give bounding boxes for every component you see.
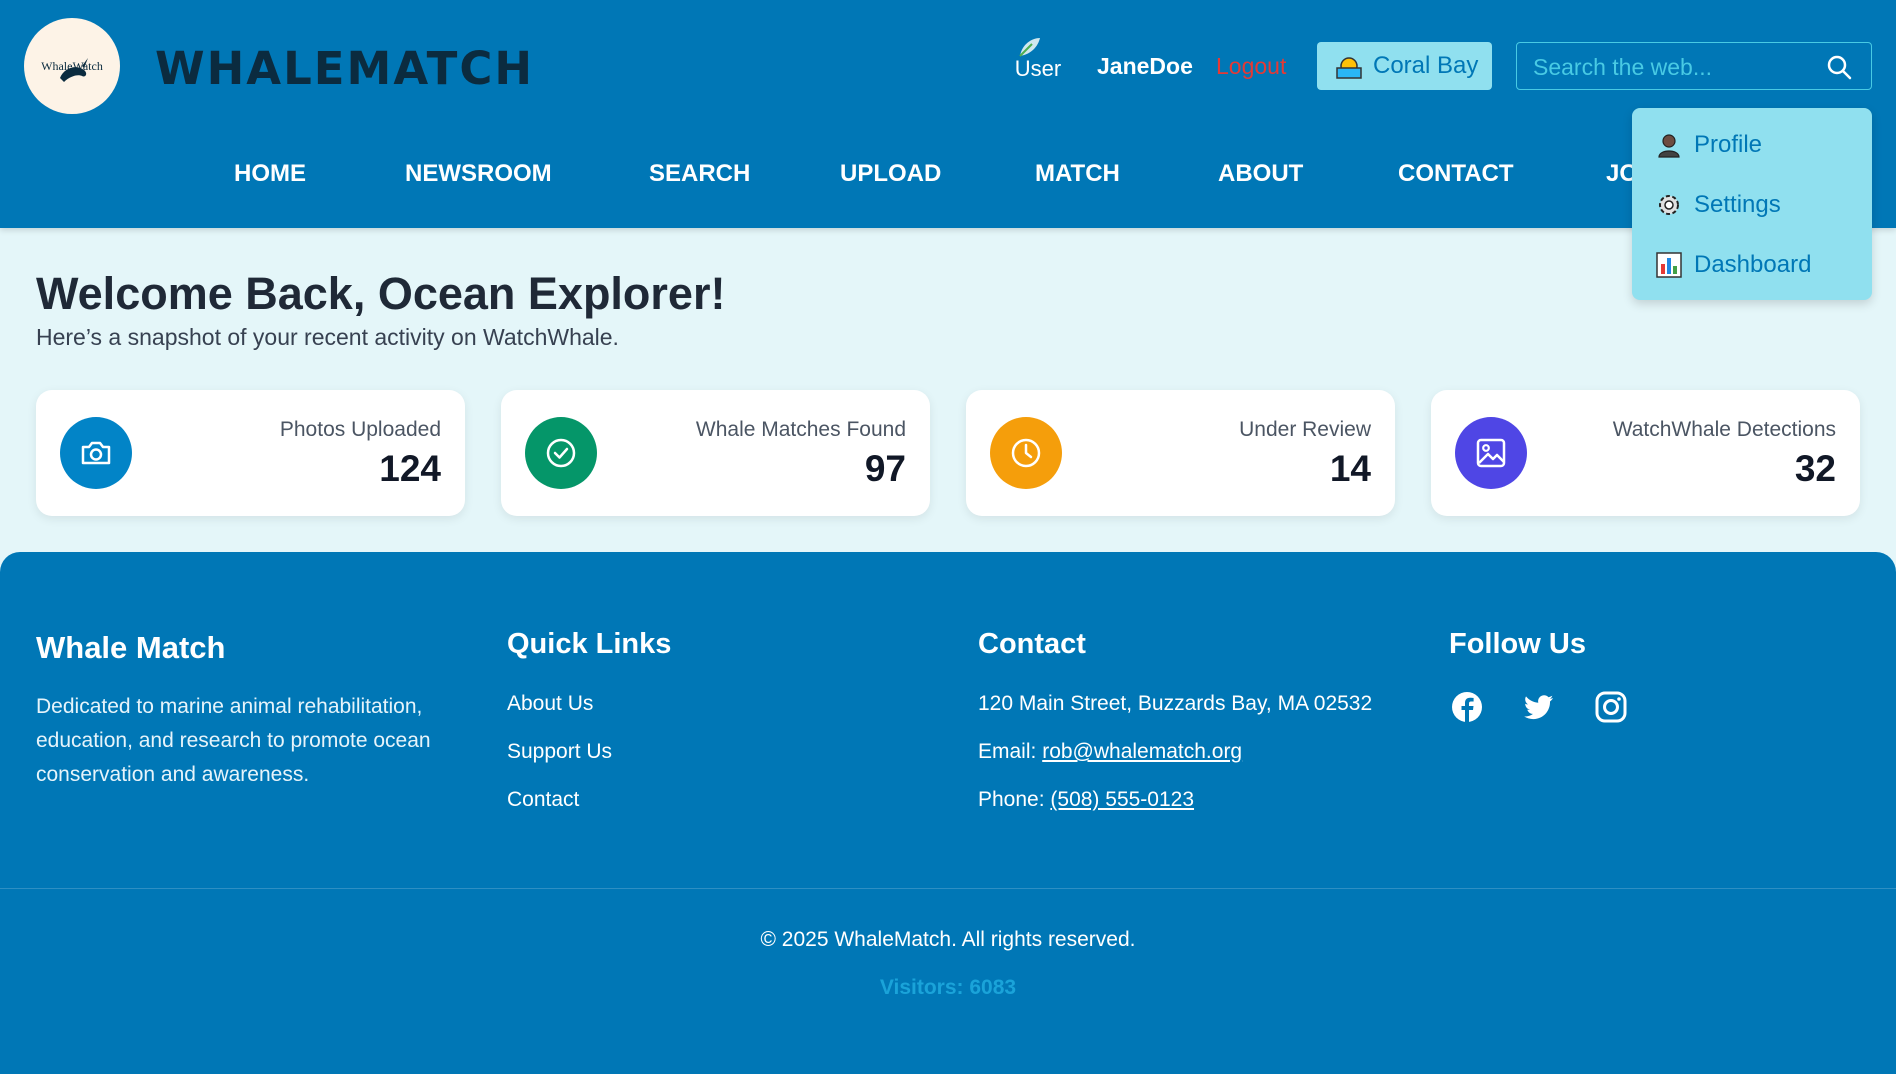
stat-label: Whale Matches Found [695, 418, 906, 441]
stat-card-review[interactable]: Under Review 14 [966, 390, 1395, 516]
footer-about-title: Whale Match [36, 630, 226, 665]
facebook-icon[interactable] [1450, 690, 1484, 724]
nav-item-match[interactable]: MATCH [1035, 160, 1120, 188]
stat-label: Photos Uploaded [279, 418, 441, 441]
broken-image-icon [1019, 38, 1040, 57]
image-icon [1476, 438, 1506, 468]
footer-contact-title: Contact [978, 628, 1086, 660]
sunrise-icon [1336, 57, 1362, 79]
stat-label: Under Review [1239, 418, 1371, 441]
check-circle-icon [546, 438, 576, 468]
footer-phone-row: Phone: (508) 555-0123 [978, 788, 1194, 812]
nav-item-newsroom[interactable]: NEWSROOM [405, 160, 552, 188]
footer-email-link[interactable]: rob@whalematch.org [1042, 740, 1242, 763]
footer-phone-link[interactable]: (508) 555-0123 [1050, 788, 1194, 811]
footer-about-text: Dedicated to marine animal rehabilitatio… [36, 695, 431, 786]
footer-quick-links-title: Quick Links [507, 628, 672, 660]
footer-link-contact[interactable]: Contact [507, 788, 579, 812]
dropdown-item-label: Profile [1694, 131, 1763, 158]
location-label: Coral Bay [1373, 52, 1479, 79]
stat-value: 97 [864, 448, 906, 489]
footer-link-about-us[interactable]: About Us [507, 692, 593, 716]
brand-title: WHALEMATCH [155, 42, 535, 95]
search-input[interactable] [1533, 51, 1823, 83]
stat-card-detections[interactable]: WatchWhale Detections 32 [1431, 390, 1860, 516]
footer-link-support-us[interactable]: Support Us [507, 740, 612, 764]
page-subtitle: Here’s a snapshot of your recent activit… [36, 324, 619, 350]
person-icon [1658, 134, 1680, 158]
site-logo[interactable]: WhaleWatch [24, 18, 120, 114]
footer-divider [0, 888, 1896, 889]
visitor-counter: Visitors: 6083 [879, 976, 1017, 999]
camera-icon [81, 441, 111, 465]
whale-logo-icon: WhaleWatch [41, 58, 103, 82]
dropdown-item-dashboard[interactable]: Dashboard [1656, 248, 1811, 282]
instagram-icon[interactable] [1594, 690, 1628, 724]
footer-address: 120 Main Street, Buzzards Bay, MA 02532 [978, 692, 1373, 715]
nav-item-contact[interactable]: CONTACT [1398, 160, 1514, 188]
stat-icon-badge [525, 417, 597, 489]
dropdown-item-profile[interactable]: Profile [1656, 128, 1762, 162]
page-title: Welcome Back, Ocean Explorer! [36, 268, 726, 319]
stat-value: 32 [1794, 448, 1836, 489]
site-footer: Whale Match Dedicated to marine animal r… [0, 552, 1896, 1074]
nav-item-about[interactable]: ABOUT [1218, 160, 1303, 188]
stat-label: WatchWhale Detections [1612, 418, 1836, 441]
stat-value: 14 [1329, 448, 1371, 489]
stat-icon-badge [990, 417, 1062, 489]
stat-icon-badge [60, 417, 132, 489]
footer-email-row: Email: rob@whalematch.org [978, 740, 1242, 764]
username: JaneDoe [1097, 53, 1193, 79]
dropdown-item-label: Settings [1694, 191, 1781, 218]
logout-link[interactable]: Logout [1216, 53, 1286, 80]
nav-item-home[interactable]: HOME [234, 160, 306, 188]
user-dropdown-menu: Profile Settings Dashboard [1632, 108, 1872, 300]
footer-follow-title: Follow Us [1449, 628, 1586, 660]
search-icon[interactable] [1825, 53, 1853, 81]
footer-email-label: Email: [978, 740, 1037, 763]
main-nav: HOME NEWSROOM SEARCH UPLOAD MATCH ABOUT … [0, 160, 1896, 200]
footer-phone-label: Phone: [978, 788, 1045, 811]
stat-card-photos[interactable]: Photos Uploaded 124 [36, 390, 465, 516]
nav-item-search[interactable]: SEARCH [649, 160, 750, 188]
user-avatar-alt: User [1014, 56, 1062, 81]
user-avatar[interactable]: User [1012, 36, 1064, 92]
bar-chart-icon [1656, 252, 1682, 278]
dropdown-item-settings[interactable]: Settings [1656, 188, 1781, 222]
nav-item-upload[interactable]: UPLOAD [840, 160, 941, 188]
stat-icon-badge [1455, 417, 1527, 489]
search-box [1516, 42, 1872, 90]
clock-icon [1011, 438, 1041, 468]
stat-value: 124 [379, 448, 441, 489]
dropdown-item-label: Dashboard [1694, 251, 1812, 278]
stat-card-matches[interactable]: Whale Matches Found 97 [501, 390, 930, 516]
location-button[interactable]: Coral Bay [1317, 42, 1492, 90]
copyright: © 2025 WhaleMatch. All rights reserved. [760, 928, 1136, 951]
twitter-icon[interactable] [1522, 690, 1556, 724]
gear-icon [1659, 195, 1679, 215]
site-header: WhaleWatch WHALEMATCH User JaneDoe Logou… [0, 0, 1896, 228]
